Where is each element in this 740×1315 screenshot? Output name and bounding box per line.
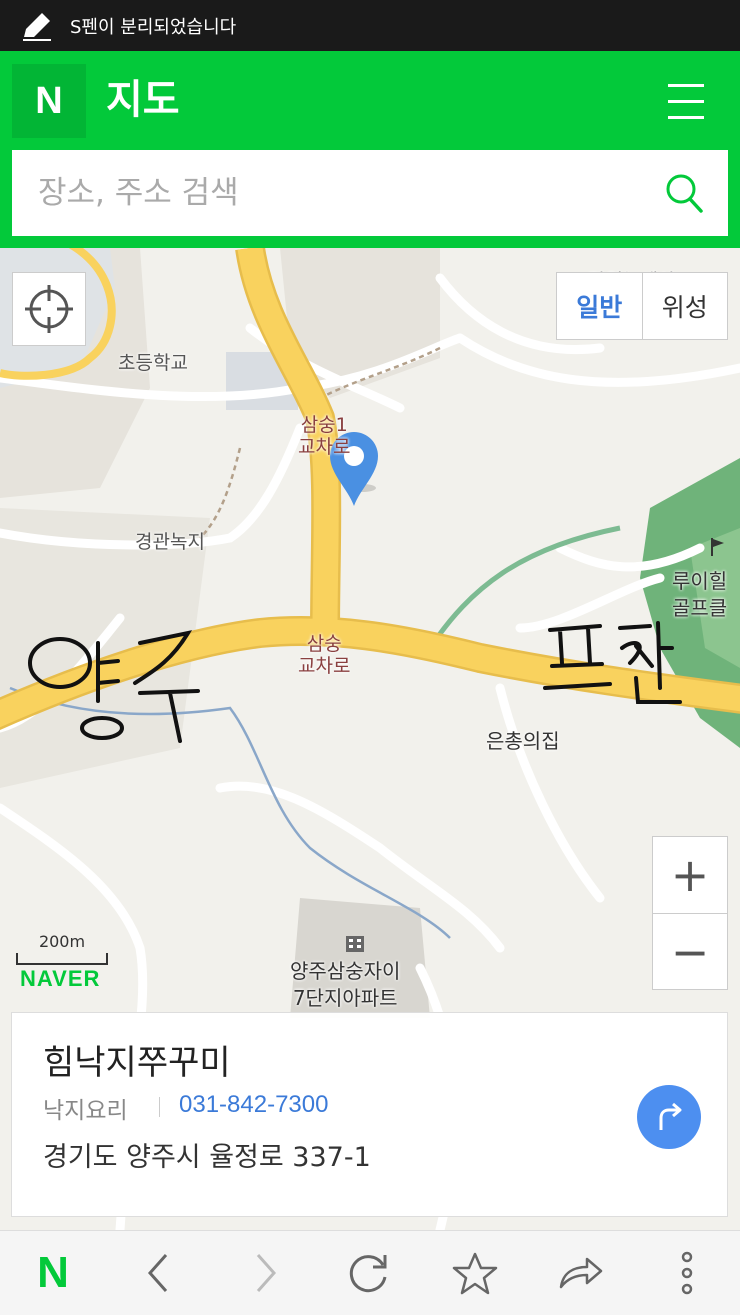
golf-line2: 골프클 bbox=[672, 596, 728, 620]
zoom-controls: + − bbox=[652, 836, 728, 990]
zoom-out-button[interactable]: − bbox=[653, 914, 727, 990]
share-icon[interactable] bbox=[556, 1251, 606, 1295]
intersection2-line2: 교차로 bbox=[298, 655, 351, 677]
page-title: 지도 bbox=[106, 77, 180, 123]
pen-icon bbox=[23, 13, 51, 41]
intersection2-line1: 삼숭 bbox=[306, 633, 342, 655]
route-arrow-icon bbox=[659, 1102, 682, 1130]
handwriting-pocheon bbox=[543, 621, 682, 704]
naver-brand: NAVER bbox=[20, 966, 101, 991]
intersection1-line1: 삼숭1 bbox=[300, 414, 348, 436]
golf-line1: 루이힐 bbox=[672, 569, 728, 593]
divider bbox=[159, 1097, 160, 1117]
place-phone[interactable]: 031-842-7300 bbox=[179, 1091, 328, 1119]
handwriting-yangju bbox=[28, 630, 200, 743]
more-icon[interactable] bbox=[662, 1251, 712, 1295]
apartment-icon bbox=[346, 936, 364, 952]
map-label-golf: 루이힐 골프클 bbox=[672, 568, 727, 622]
search-box[interactable] bbox=[12, 150, 728, 236]
map-label-school: 초등학교 bbox=[118, 352, 188, 374]
naver-logo[interactable]: N bbox=[12, 64, 86, 138]
place-category: 낙지요리 bbox=[43, 1098, 128, 1124]
golf-flag-icon bbox=[711, 538, 724, 556]
crosshair-icon bbox=[25, 285, 73, 333]
zoom-in-button[interactable]: + bbox=[653, 837, 727, 914]
refresh-icon[interactable] bbox=[344, 1251, 394, 1295]
status-bar: S펜이 분리되었습니다 bbox=[0, 0, 740, 51]
current-location-button[interactable] bbox=[12, 272, 86, 346]
apt-line2: 7단지아파트 bbox=[292, 986, 398, 1010]
intersection1-line2: 교차로 bbox=[298, 436, 351, 458]
search-icon[interactable] bbox=[664, 172, 704, 214]
app-header: N 지도 bbox=[0, 51, 740, 248]
map-label-apartment: 양주삼숭자이 7단지아파트 bbox=[290, 958, 400, 1012]
bookmark-star-icon[interactable] bbox=[450, 1251, 500, 1295]
map-label-intersection2: 삼숭 교차로 bbox=[298, 633, 350, 677]
map-label-green: 경관녹지 bbox=[135, 531, 205, 553]
place-name[interactable]: 힘낙지쭈꾸미 bbox=[43, 1035, 231, 1084]
browser-toolbar: N bbox=[0, 1230, 740, 1315]
status-notification: S펜이 분리되었습니다 bbox=[70, 17, 237, 38]
hamburger-icon[interactable] bbox=[668, 84, 704, 120]
map-type-toggle: 일반 위성 bbox=[556, 272, 728, 340]
place-address: 경기도 양주시 율정로 337-1 bbox=[43, 1142, 371, 1173]
route-button[interactable] bbox=[637, 1085, 701, 1149]
forward-icon[interactable] bbox=[240, 1251, 290, 1295]
map-label-restaurant[interactable]: 은총의집 bbox=[486, 725, 560, 754]
map-type-normal[interactable]: 일반 bbox=[557, 273, 643, 339]
apt-line1: 양주삼숭자이 bbox=[290, 959, 401, 983]
place-card[interactable]: 힘낙지쭈꾸미 낙지요리 031-842-7300 경기도 양주시 율정로 337… bbox=[11, 1012, 728, 1217]
scale-label: 200m bbox=[38, 932, 86, 951]
map-type-satellite[interactable]: 위성 bbox=[643, 273, 728, 339]
search-input[interactable] bbox=[12, 150, 658, 236]
naver-home-button[interactable]: N bbox=[28, 1248, 78, 1297]
back-icon[interactable] bbox=[134, 1251, 184, 1295]
map-label-intersection1: 삼숭1 교차로 bbox=[298, 414, 350, 458]
scale-bar: 200m bbox=[16, 932, 108, 965]
